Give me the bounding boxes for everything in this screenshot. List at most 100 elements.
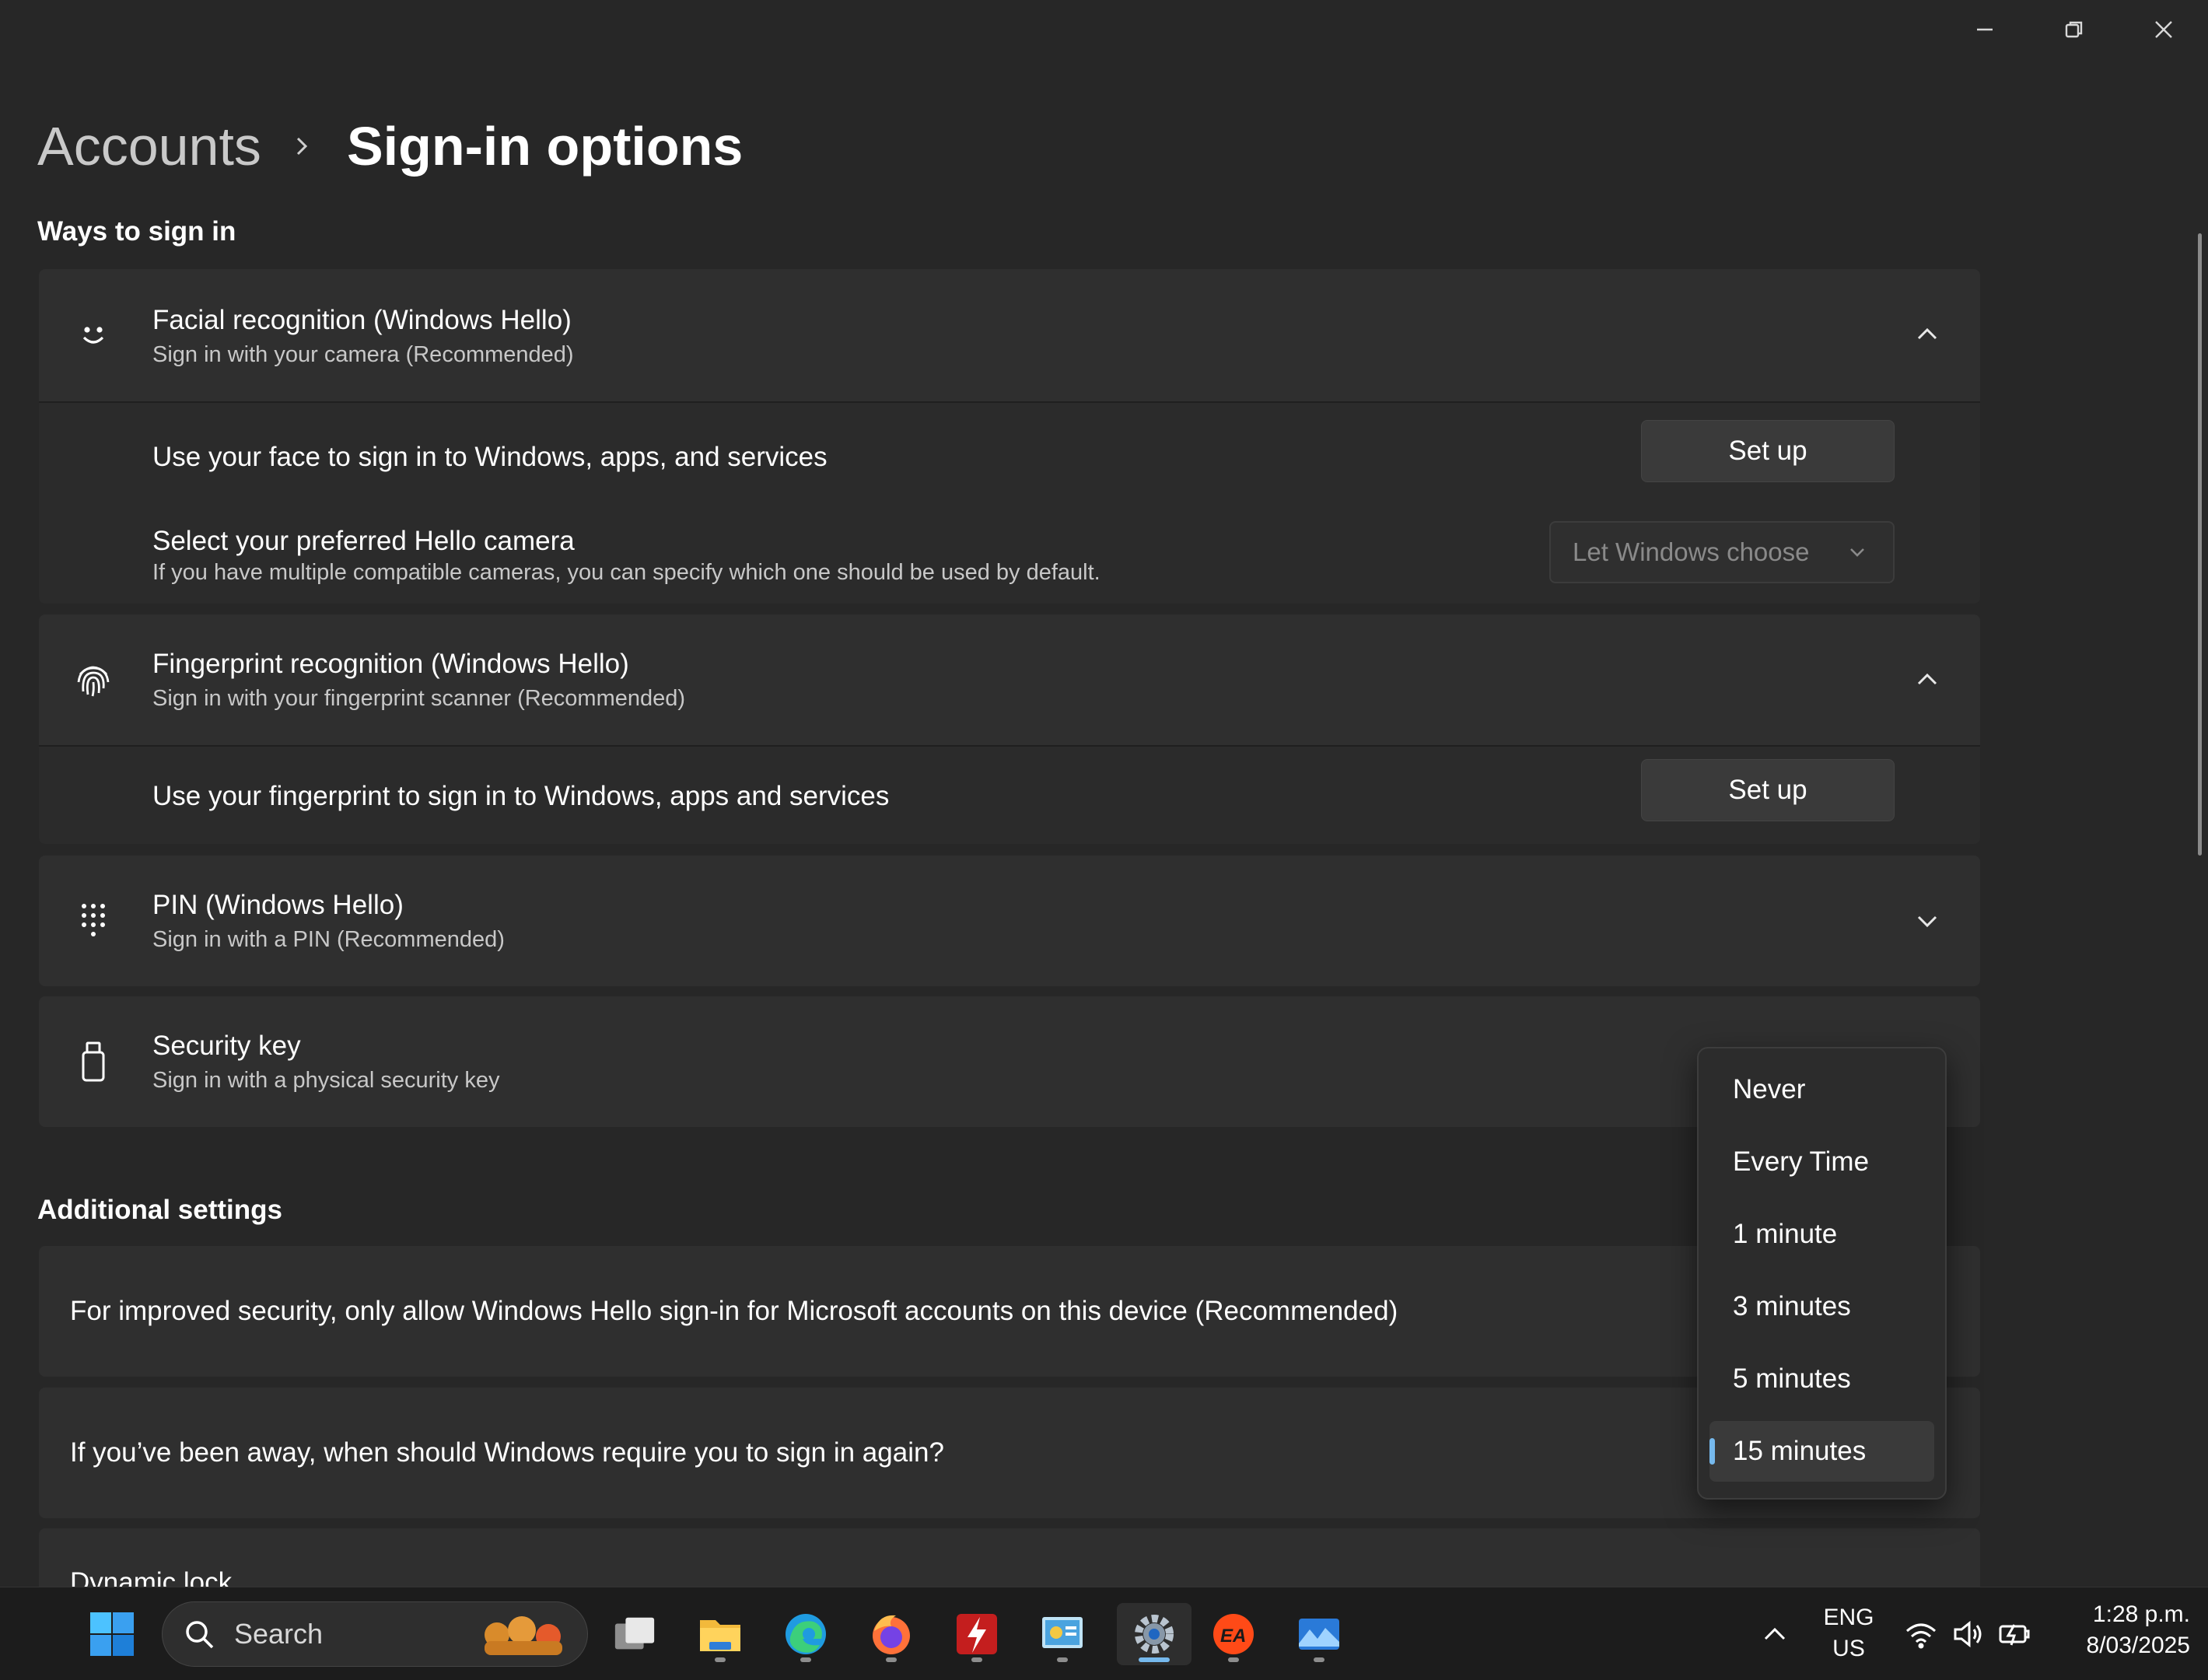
volume-icon[interactable] [1949,1615,1986,1653]
facial-recognition-header[interactable]: Facial recognition (Windows Hello) Sign … [39,269,1980,401]
selected-indicator [1709,1438,1715,1465]
security-key-title: Security key [152,1031,301,1061]
dropdown-option-1-minute[interactable]: 1 minute [1709,1204,1934,1265]
bolt-app-button[interactable] [946,1603,1008,1665]
fingerprint-icon [54,652,132,708]
hello-camera-description: If you have multiple compatible cameras,… [152,560,1101,585]
ea-app-button[interactable]: EA [1202,1603,1265,1665]
dropdown-option-label: 15 minutes [1733,1436,1867,1466]
folder-icon [700,1620,740,1651]
face-signin-label: Use your face to sign in to Windows, app… [152,442,828,472]
start-button[interactable] [81,1603,143,1665]
control-panel-button[interactable] [1031,1603,1094,1665]
minimize-icon [1976,28,1993,31]
language-code: ENG [1823,1605,1874,1630]
lightning-bolt-icon [957,1614,997,1654]
windows-logo-icon [90,1612,134,1656]
wifi-icon[interactable] [1902,1615,1940,1653]
pin-title: PIN (Windows Hello) [152,890,404,920]
svg-text:EA: EA [1220,1626,1246,1647]
restore-button[interactable] [2029,0,2119,59]
dropdown-option-5-minutes[interactable]: 5 minutes [1709,1349,1934,1409]
close-button[interactable] [2119,0,2208,59]
dropdown-option-15-minutes[interactable]: 15 minutes [1709,1421,1934,1482]
dropdown-option-every-time[interactable]: Every Time [1709,1132,1934,1192]
fingerprint-title: Fingerprint recognition (Windows Hello) [152,649,629,679]
fingerprint-setup-button[interactable]: Set up [1641,759,1895,821]
chevron-down-icon[interactable] [1912,905,1943,936]
running-indicator [886,1657,897,1662]
fingerprint-header[interactable]: Fingerprint recognition (Windows Hello) … [39,614,1980,745]
hello-camera-select: Let Windows choose [1549,521,1895,583]
file-explorer-button[interactable] [689,1603,751,1665]
facial-recognition-title: Facial recognition (Windows Hello) [152,305,572,335]
show-hidden-icons-button[interactable] [1756,1615,1793,1653]
running-indicator [1314,1657,1324,1662]
settings-button[interactable] [1117,1603,1191,1665]
clock-time: 1:28 p.m. [2092,1601,2190,1627]
fingerprint-body: Use your fingerprint to sign in to Windo… [39,745,1980,844]
active-indicator [1139,1657,1170,1662]
close-icon [2154,21,2172,38]
running-indicator [971,1657,982,1662]
chevron-up-icon [1764,1627,1786,1640]
smiley-face-icon [54,308,132,362]
page-scrollbar[interactable] [2198,233,2202,856]
clock-date: 8/03/2025 [2086,1633,2190,1658]
fingerprint-card: Fingerprint recognition (Windows Hello) … [39,614,1980,844]
running-indicator [715,1657,726,1662]
chevron-right-icon [291,135,313,157]
running-indicator [1057,1657,1068,1662]
hello-only-label: For improved security, only allow Window… [70,1296,1398,1326]
face-setup-button[interactable]: Set up [1641,420,1895,482]
dropdown-option-never[interactable]: Never [1709,1059,1934,1120]
dropdown-option-3-minutes[interactable]: 3 minutes [1709,1276,1934,1337]
window-controls [1940,0,2208,59]
fingerprint-subtitle: Sign in with your fingerprint scanner (R… [152,686,686,711]
firefox-button[interactable] [860,1603,922,1665]
photos-button[interactable] [1288,1603,1350,1665]
usb-key-icon [54,1034,132,1090]
hello-only-card: For improved security, only allow Window… [39,1246,1980,1377]
task-view-button[interactable] [604,1603,666,1665]
battery-charging-icon[interactable] [1996,1615,2033,1653]
breadcrumb-accounts[interactable]: Accounts [37,115,261,177]
fingerprint-signin-label: Use your fingerprint to sign in to Windo… [152,781,890,811]
running-indicator [1228,1657,1239,1662]
taskbar: Search EA ENG US 1:28 p.m. 8/03/2025 [0,1587,2208,1680]
chevron-up-icon[interactable] [1912,664,1943,695]
search-icon [186,1621,214,1649]
page-title: Sign-in options [346,116,744,177]
away-signin-dropdown: Never Every Time 1 minute 3 minutes 5 mi… [1697,1047,1947,1500]
clock[interactable]: 1:28 p.m. 8/03/2025 [2050,1601,2190,1659]
hello-camera-label: Select your preferred Hello camera [152,526,575,556]
minimize-button[interactable] [1940,0,2029,59]
hello-camera-select-value: Let Windows choose [1573,537,1810,566]
taskbar-search[interactable]: Search [162,1601,588,1667]
pin-card[interactable]: PIN (Windows Hello) Sign in with a PIN (… [39,856,1980,986]
edge-button[interactable] [775,1603,837,1665]
control-panel-icon [1042,1617,1083,1648]
away-signin-label: If you’ve been away, when should Windows… [70,1437,944,1468]
facial-recognition-card: Facial recognition (Windows Hello) Sign … [39,269,1980,604]
chevron-down-icon [1850,548,1864,557]
facial-recognition-subtitle: Sign in with your camera (Recommended) [152,342,574,367]
restore-icon [2065,21,2082,38]
keypad-icon [54,893,132,949]
facial-recognition-body: Use your face to sign in to Windows, app… [39,401,1980,604]
section-title-ways: Ways to sign in [37,216,236,247]
running-indicator [800,1657,811,1662]
task-view-icon [614,1617,655,1650]
section-title-additional: Additional settings [37,1195,282,1225]
away-signin-card: If you’ve been away, when should Windows… [39,1388,1980,1518]
language-indicator[interactable]: ENG US [1814,1605,1884,1662]
breadcrumb: Accounts Sign-in options [37,109,743,184]
chevron-up-icon[interactable] [1912,319,1943,350]
security-key-subtitle: Sign in with a physical security key [152,1068,500,1093]
gear-icon [1135,1615,1174,1654]
ea-icon: EA [1213,1614,1254,1654]
security-key-card[interactable]: Security key Sign in with a physical sec… [39,996,1980,1127]
search-highlight-icon [485,1616,562,1655]
edge-icon [786,1614,826,1654]
search-placeholder: Search [234,1618,324,1650]
